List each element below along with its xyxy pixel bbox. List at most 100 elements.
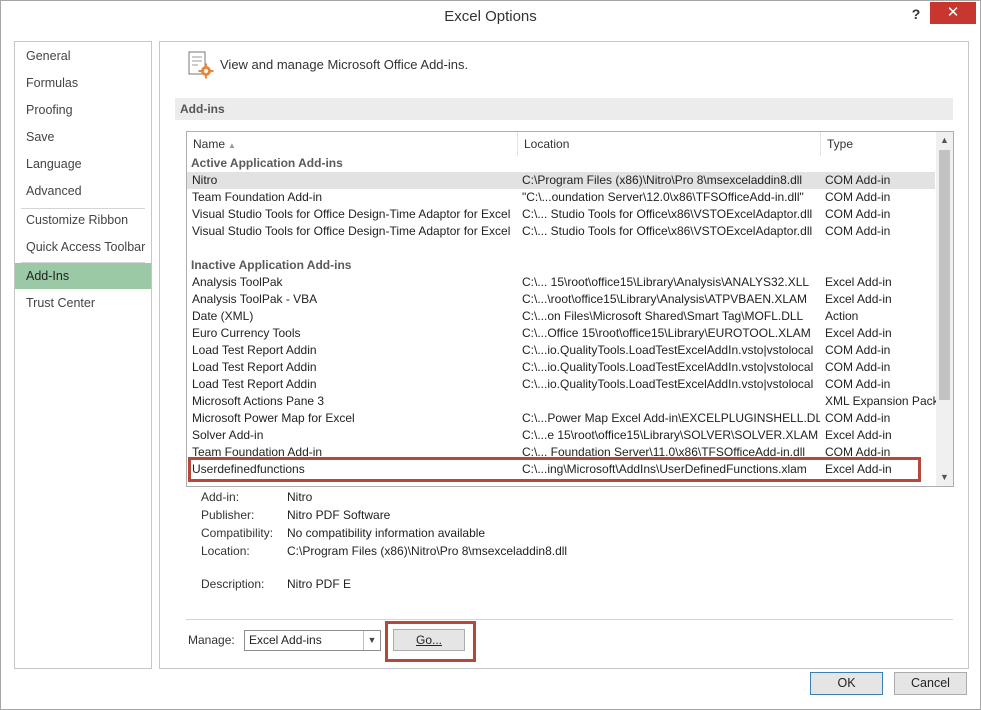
addin-type: COM Add-in [825,190,891,204]
addin-name: Microsoft Power Map for Excel [192,411,355,425]
addin-name: Load Test Report Addin [192,343,317,357]
detail-location-label: Location: [201,544,250,558]
table-row[interactable]: Analysis ToolPak C:\... 15\root\office15… [187,274,935,291]
column-header-name[interactable]: Name ▲ [187,132,518,156]
detail-description-label: Description: [201,577,265,591]
addin-name: Visual Studio Tools for Office Design-Ti… [192,224,511,238]
table-row[interactable]: Microsoft Power Map for Excel C:\...Powe… [187,410,935,427]
addin-location: C:\... Studio Tools for Office\x86\VSTOE… [522,224,813,238]
addin-type: Excel Add-in [825,428,892,442]
detail-addin-value: Nitro [287,490,313,504]
go-button[interactable]: Go... [393,629,465,651]
table-row[interactable]: Solver Add-in C:\...e 15\root\office15\L… [187,427,935,444]
nav-item-add-ins[interactable]: Add-Ins [15,263,151,289]
addin-name: Nitro [192,173,218,187]
detail-compatibility-label: Compatibility: [201,526,274,540]
close-icon: ✕ [946,4,960,21]
addin-type: COM Add-in [825,377,891,391]
column-header-type[interactable]: Type [821,132,934,156]
excel-options-dialog: Excel Options ? ✕ General Formulas Proof… [0,0,981,710]
nav-item-quick-access-toolbar[interactable]: Quick Access Toolbar [15,234,151,260]
table-row[interactable]: Load Test Report Addin C:\...io.QualityT… [187,359,935,376]
section-title: Add-ins [175,98,953,120]
addin-type: COM Add-in [825,207,891,221]
group-active: Active Application Add-ins [191,156,343,170]
addin-name: Microsoft Actions Pane 3 [192,394,325,408]
detail-compatibility-value: No compatibility information available [287,526,486,540]
chevron-down-icon[interactable]: ▼ [363,631,380,650]
nav-item-general[interactable]: General [15,43,151,69]
addin-name: Analysis ToolPak - VBA [192,292,318,306]
addin-location: C:\... Foundation Server\11.0\x86\TFSOff… [522,445,806,459]
addin-location: C:\...io.QualityTools.LoadTestExcelAddIn… [522,343,814,357]
addin-location: C:\...on Files\Microsoft Shared\Smart Ta… [522,309,804,323]
cancel-button[interactable]: Cancel [894,672,967,695]
sort-ascending-icon: ▲ [228,141,236,150]
addin-type: XML Expansion Pack [825,394,937,408]
ok-button[interactable]: OK [810,672,883,695]
close-button[interactable]: ✕ [930,2,976,24]
addin-location: C:\...io.QualityTools.LoadTestExcelAddIn… [522,377,814,391]
addin-location: C:\Program Files (x86)\Nitro\Pro 8\msexc… [522,173,803,187]
nav-item-customize-ribbon[interactable]: Customize Ribbon [15,207,151,233]
addin-type: COM Add-in [825,224,891,238]
table-row[interactable]: Userdefinedfunctions C:\...ing\Microsoft… [187,461,935,478]
table-row[interactable]: Nitro C:\Program Files (x86)\Nitro\Pro 8… [187,172,935,189]
options-nav: General Formulas Proofing Save Language … [14,41,152,669]
addin-type: Excel Add-in [825,275,892,289]
addin-type: COM Add-in [825,411,891,425]
scroll-thumb[interactable] [939,150,950,400]
manage-dropdown[interactable]: Excel Add-ins ▼ [244,630,381,651]
addin-type: COM Add-in [825,360,891,374]
title-bar: Excel Options ? ✕ [1,1,980,33]
help-button[interactable]: ? [905,3,927,25]
addins-gear-icon [188,51,214,79]
table-row[interactable]: Analysis ToolPak - VBA C:\...\root\offic… [187,291,935,308]
addin-location: C:\...e 15\root\office15\Library\SOLVER\… [522,428,819,442]
nav-item-language[interactable]: Language [15,151,151,177]
addin-location: C:\... Studio Tools for Office\x86\VSTOE… [522,207,813,221]
list-scrollbar[interactable]: ▲ ▼ [936,132,953,486]
addin-type: Action [825,309,859,323]
divider [186,619,953,620]
table-row[interactable]: Load Test Report Addin C:\...io.QualityT… [187,342,935,359]
table-row[interactable]: Team Foundation Add-in C:\... Foundation… [187,444,935,461]
addin-name: Load Test Report Addin [192,377,317,391]
column-header-location[interactable]: Location [518,132,821,156]
table-row[interactable]: Visual Studio Tools for Office Design-Ti… [187,223,935,240]
table-row[interactable]: Load Test Report Addin C:\...io.QualityT… [187,376,935,393]
addins-panel: View and manage Microsoft Office Add-ins… [159,41,969,669]
addin-type: COM Add-in [825,445,891,459]
addin-location: C:\...Power Map Excel Add-in\EXCELPLUGIN… [522,411,820,425]
addin-name: Date (XML) [192,309,254,323]
nav-item-advanced[interactable]: Advanced [15,178,151,204]
addin-type: COM Add-in [825,343,891,357]
dialog-title: Excel Options [444,8,537,25]
scroll-up-icon[interactable]: ▲ [936,132,953,149]
table-row[interactable]: Microsoft Actions Pane 3 XML Expansion P… [187,393,937,410]
addin-location: C:\... 15\root\office15\Library\Analysis… [522,275,810,289]
detail-location-value: C:\Program Files (x86)\Nitro\Pro 8\msexc… [287,544,568,558]
column-name-label: Name [193,137,226,151]
group-inactive: Inactive Application Add-ins [191,258,352,272]
addin-name: Userdefinedfunctions [192,462,305,476]
addin-location: "C:\...oundation Server\12.0\x86\TFSOffi… [522,190,804,204]
addin-name: Team Foundation Add-in [192,190,323,204]
addin-type: COM Add-in [825,173,891,187]
table-row[interactable]: Date (XML) C:\...on Files\Microsoft Shar… [187,308,935,325]
detail-publisher-value: Nitro PDF Software [287,508,391,522]
table-row[interactable]: Team Foundation Add-in "C:\...oundation … [187,189,935,206]
nav-item-formulas[interactable]: Formulas [15,70,151,96]
addin-location: C:\...Office 15\root\office15\Library\EU… [522,326,811,340]
nav-item-trust-center[interactable]: Trust Center [15,290,151,316]
manage-selected-value: Excel Add-ins [249,633,322,647]
scroll-down-icon[interactable]: ▼ [936,469,953,486]
table-row[interactable]: Euro Currency Tools C:\...Office 15\root… [187,325,935,342]
manage-label: Manage: [188,633,235,647]
addins-list[interactable]: Name ▲ Location Type Active Application A… [186,131,954,487]
nav-item-proofing[interactable]: Proofing [15,97,151,123]
table-row[interactable]: Visual Studio Tools for Office Design-Ti… [187,206,935,223]
nav-item-save[interactable]: Save [15,124,151,150]
addin-location: C:\...io.QualityTools.LoadTestExcelAddIn… [522,360,814,374]
detail-addin-label: Add-in: [201,490,240,504]
